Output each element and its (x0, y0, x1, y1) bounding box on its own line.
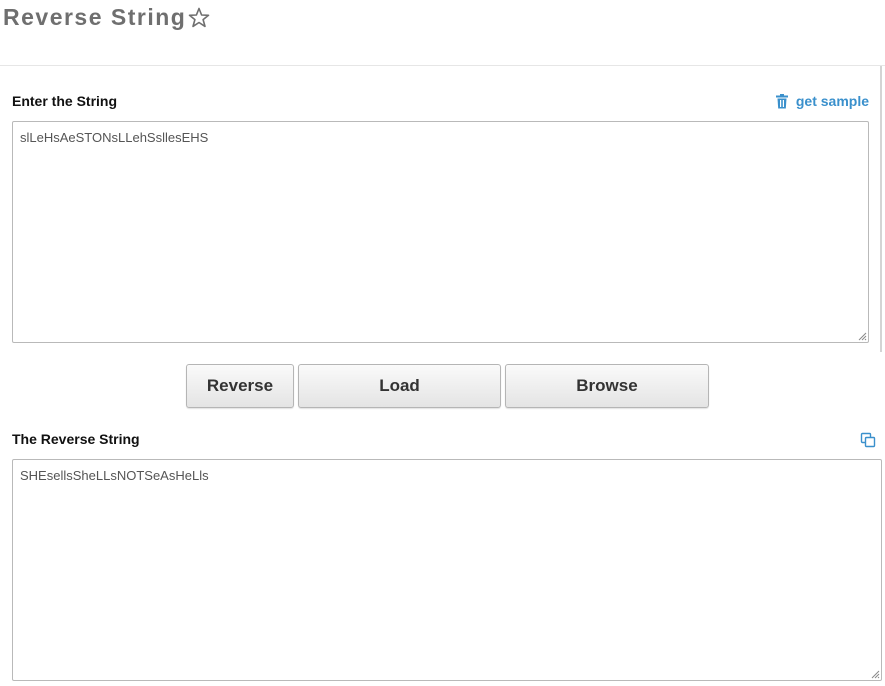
load-button[interactable]: Load (298, 364, 501, 408)
get-sample-link[interactable]: get sample (775, 93, 869, 109)
trash-icon (775, 93, 788, 108)
star-icon[interactable] (187, 6, 211, 30)
input-textarea[interactable]: slLeHsAeSTONsLLehSsllesEHS (12, 121, 869, 343)
input-text: slLeHsAeSTONsLLehSsllesEHS (20, 130, 209, 145)
output-label: The Reverse String (12, 431, 140, 447)
browse-button[interactable]: Browse (505, 364, 709, 408)
scrollbar[interactable] (880, 66, 882, 352)
output-textarea[interactable]: SHEsellsSheLLsNOTSeAsHeLls (12, 459, 882, 681)
page-header: Reverse String (3, 0, 211, 34)
page-title: Reverse String (3, 3, 187, 30)
copy-icon[interactable] (860, 432, 876, 448)
resize-grip-icon[interactable] (870, 669, 880, 679)
header-divider (0, 65, 885, 66)
resize-grip-icon[interactable] (857, 331, 867, 341)
output-text: SHEsellsSheLLsNOTSeAsHeLls (20, 468, 209, 483)
input-label: Enter the String (12, 93, 118, 109)
get-sample-label: get sample (795, 93, 869, 109)
reverse-button[interactable]: Reverse (186, 364, 294, 408)
